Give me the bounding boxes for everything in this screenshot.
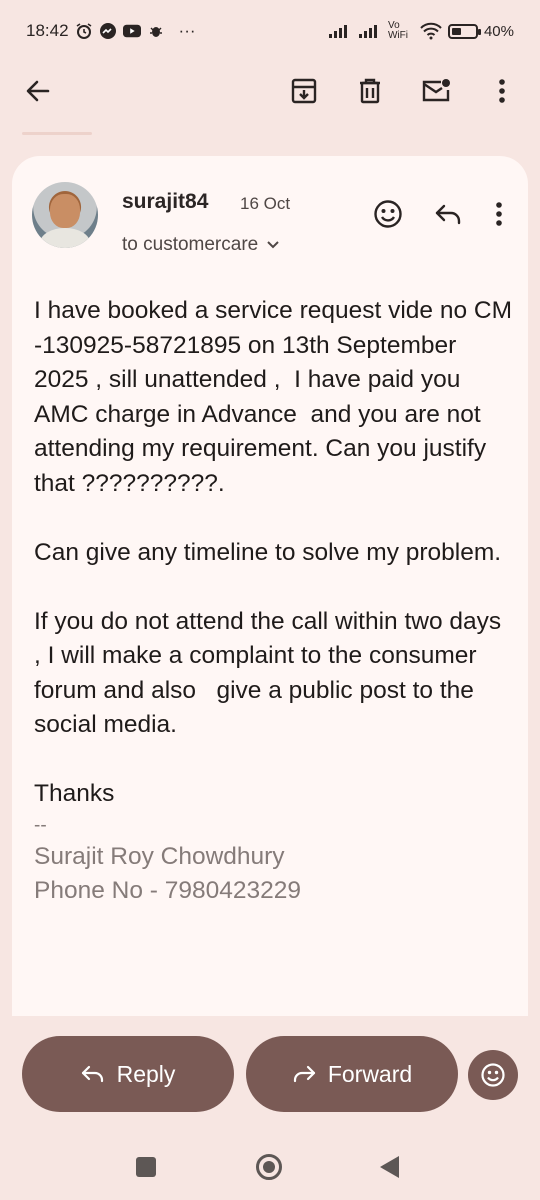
mail-unread-icon bbox=[422, 79, 450, 102]
more-notifications-indicator: ··· bbox=[178, 21, 196, 40]
more-options-button[interactable] bbox=[478, 67, 526, 115]
alarm-icon bbox=[75, 22, 93, 40]
more-vertical-icon bbox=[499, 79, 505, 103]
back-nav-button[interactable] bbox=[380, 1156, 399, 1178]
forward-icon bbox=[293, 1065, 315, 1083]
add-reaction-button[interactable] bbox=[364, 190, 412, 238]
reply-icon-button[interactable] bbox=[424, 190, 472, 238]
message-more-button[interactable] bbox=[484, 190, 514, 238]
scroll-hint-bar bbox=[22, 132, 92, 135]
forward-label: Forward bbox=[327, 1060, 413, 1087]
status-left: 18:42 ··· bbox=[26, 21, 196, 41]
battery-fill bbox=[451, 27, 461, 35]
reply-label: Reply bbox=[116, 1060, 176, 1087]
emoji-icon bbox=[374, 200, 402, 228]
app-bar-actions bbox=[280, 67, 526, 115]
email-body: I have booked a service request vide no … bbox=[34, 294, 514, 909]
sender-row: surajit84 16 Oct to customercare bbox=[32, 182, 514, 255]
archive-icon bbox=[291, 78, 317, 104]
recipient-toggle[interactable]: to customercare bbox=[122, 234, 280, 256]
battery-percent: 40% bbox=[483, 22, 514, 40]
app-bar bbox=[0, 62, 540, 120]
sender-actions bbox=[364, 190, 514, 238]
wifi-icon bbox=[420, 22, 442, 40]
reaction-button[interactable] bbox=[468, 1050, 518, 1100]
recipient-label: to customercare bbox=[122, 234, 259, 255]
youtube-icon bbox=[122, 22, 141, 40]
action-row: Reply Forward bbox=[22, 1036, 522, 1114]
signature-phone[interactable]: Phone No - 7980423229 bbox=[34, 874, 514, 909]
trash-icon bbox=[360, 78, 380, 104]
body-paragraph: I have booked a service request vide no … bbox=[34, 297, 519, 497]
forward-button[interactable]: Forward bbox=[246, 1036, 458, 1112]
sender-name[interactable]: surajit84 bbox=[122, 190, 208, 214]
mark-unread-button[interactable] bbox=[412, 67, 460, 115]
messenger-icon bbox=[99, 22, 117, 40]
signal-icon bbox=[328, 22, 352, 40]
status-time: 18:42 bbox=[26, 21, 69, 40]
body-paragraph: Thanks bbox=[34, 780, 115, 807]
bug-notification-icon bbox=[147, 22, 165, 40]
back-button[interactable] bbox=[14, 67, 62, 115]
signal-icon-2 bbox=[358, 22, 382, 40]
arrow-left-icon bbox=[26, 80, 50, 102]
delete-button[interactable] bbox=[346, 67, 394, 115]
home-button[interactable] bbox=[256, 1154, 282, 1180]
body-paragraph: If you do not attend the call within two… bbox=[34, 607, 508, 739]
reply-icon bbox=[81, 1065, 103, 1083]
battery-icon bbox=[447, 23, 481, 39]
archive-button[interactable] bbox=[280, 67, 328, 115]
reply-icon bbox=[435, 204, 461, 225]
body-paragraph: Can give any timeline to solve my proble… bbox=[34, 538, 502, 566]
emoji-icon bbox=[481, 1063, 505, 1087]
system-nav-bar bbox=[0, 1140, 540, 1200]
recents-button[interactable] bbox=[136, 1157, 156, 1177]
vowifi-label: Vo WiFi bbox=[387, 20, 408, 41]
chevron-down-icon bbox=[267, 241, 279, 249]
more-vertical-icon bbox=[496, 202, 502, 226]
sender-date: 16 Oct bbox=[240, 194, 291, 213]
avatar[interactable] bbox=[32, 182, 98, 248]
reply-button[interactable]: Reply bbox=[22, 1036, 234, 1112]
email-card: surajit84 16 Oct to customercare I have … bbox=[12, 156, 528, 1016]
signature-separator: -- bbox=[34, 814, 47, 836]
status-right: Vo WiFi 40% bbox=[328, 21, 514, 41]
status-bar: 18:42 ··· Vo WiFi 40% bbox=[0, 0, 540, 62]
signature-name: Surajit Roy Chowdhury bbox=[34, 842, 285, 870]
